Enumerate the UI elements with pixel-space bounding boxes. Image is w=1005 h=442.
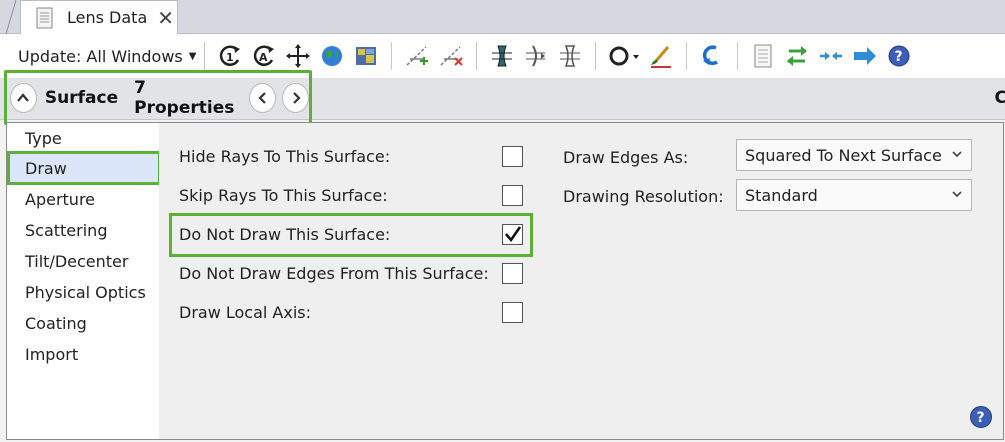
- property-sidebar: Type Draw Aperture Scattering Tilt/Decen…: [7, 123, 161, 439]
- svg-text:A: A: [259, 51, 268, 64]
- crosshair-move-icon[interactable]: [283, 41, 313, 71]
- surface-properties-nav: Surface 7 Properties: [4, 70, 312, 125]
- chevron-up-icon: [17, 92, 30, 102]
- undo-arrow-icon[interactable]: [697, 41, 727, 71]
- toolbar-separator: [595, 42, 597, 70]
- svg-text:?: ?: [895, 49, 903, 65]
- do-not-draw-label: Do Not Draw This Surface:: [179, 225, 391, 244]
- draw-edges-value: Squared To Next Surface: [745, 145, 942, 165]
- sidebar-item-physical-optics[interactable]: Physical Optics: [25, 280, 146, 306]
- draw-local-axis-checkbox[interactable]: [502, 302, 523, 323]
- drawing-resolution-value: Standard: [745, 185, 818, 205]
- toolbar-separator: [476, 42, 478, 70]
- chevron-right-icon: [292, 91, 301, 104]
- draw-edges-select[interactable]: Squared To Next Surface: [736, 139, 972, 171]
- sidebar-item-import[interactable]: Import: [25, 342, 78, 368]
- chevron-left-icon: [258, 91, 266, 104]
- drawing-resolution-select[interactable]: Standard: [736, 179, 972, 211]
- toolbar-separator: [686, 42, 688, 70]
- paint-brush-icon[interactable]: [646, 41, 676, 71]
- ring-icon[interactable]: [606, 41, 642, 71]
- globe-icon[interactable]: [317, 41, 347, 71]
- hide-rays-checkbox[interactable]: [502, 146, 523, 167]
- property-count: 7 Properties: [134, 77, 235, 118]
- right-arrow-icon[interactable]: [850, 41, 880, 71]
- skip-rays-checkbox[interactable]: [502, 185, 523, 206]
- toolbar-separator: [204, 42, 206, 70]
- next-button[interactable]: [282, 82, 309, 113]
- do-not-draw-checkbox[interactable]: [502, 224, 523, 245]
- toolbar-separator: [391, 42, 393, 70]
- previous-button[interactable]: [249, 82, 277, 113]
- caret-down-icon: ▼: [188, 50, 197, 62]
- sidebar-item-draw[interactable]: Draw: [25, 156, 67, 182]
- chevron-down-icon: [952, 148, 962, 162]
- rotate-c-icon[interactable]: 1: [215, 41, 245, 71]
- sidebar-item-type[interactable]: Type: [25, 126, 62, 152]
- swap-arrows-icon[interactable]: [782, 41, 812, 71]
- chevron-down-icon: [952, 188, 962, 202]
- column-header-clipped: C: [994, 88, 1005, 108]
- update-label: Update: All Windows: [18, 46, 183, 66]
- sidebar-item-aperture[interactable]: Aperture: [25, 187, 95, 213]
- tab-lens-data[interactable]: Lens Data ✕: [20, 0, 178, 34]
- sidebar-item-tilt-decenter[interactable]: Tilt/Decenter: [25, 249, 128, 275]
- svg-text:1: 1: [226, 51, 234, 64]
- rotate-a-icon[interactable]: A: [249, 41, 279, 71]
- tab-divider-icon: [5, 0, 17, 34]
- ray-remove-icon[interactable]: [436, 41, 466, 71]
- ray-add-icon[interactable]: [402, 41, 432, 71]
- sidebar-item-scattering[interactable]: Scattering: [25, 218, 107, 244]
- close-icon[interactable]: ✕: [157, 8, 174, 28]
- hide-rays-label: Hide Rays To This Surface:: [179, 147, 391, 166]
- tab-title: Lens Data: [67, 8, 148, 27]
- lens-outline-icon[interactable]: [555, 41, 585, 71]
- do-not-draw-edges-label: Do Not Draw Edges From This Surface:: [179, 264, 489, 283]
- map-icon[interactable]: [351, 41, 381, 71]
- checkmark-icon: [505, 226, 522, 243]
- document-icon: [35, 7, 55, 29]
- draw-local-axis-label: Draw Local Axis:: [179, 303, 312, 322]
- help-icon[interactable]: ?: [884, 41, 914, 71]
- drawing-resolution-label: Drawing Resolution:: [563, 187, 724, 206]
- draw-settings: Hide Rays To This Surface: Skip Rays To …: [159, 123, 1003, 439]
- sidebar-item-coating[interactable]: Coating: [25, 311, 87, 337]
- help-icon[interactable]: ?: [969, 405, 993, 429]
- update-dropdown[interactable]: Update: All Windows ▼: [18, 41, 196, 71]
- document-icon[interactable]: [748, 41, 778, 71]
- tab-strip: Lens Data ✕: [0, 0, 1005, 34]
- lens-element-icon[interactable]: [487, 41, 517, 71]
- lens-half-icon[interactable]: [521, 41, 551, 71]
- properties-panel: Type Draw Aperture Scattering Tilt/Decen…: [6, 122, 1004, 440]
- draw-edges-label: Draw Edges As:: [563, 148, 689, 167]
- section-title: Surface: [44, 87, 119, 108]
- skip-rays-label: Skip Rays To This Surface:: [179, 186, 388, 205]
- toolbar-separator: [737, 42, 739, 70]
- svg-text:?: ?: [977, 410, 985, 426]
- collapse-button[interactable]: [10, 82, 37, 113]
- collapse-arrows-icon[interactable]: [816, 41, 846, 71]
- do-not-draw-edges-checkbox[interactable]: [502, 263, 523, 284]
